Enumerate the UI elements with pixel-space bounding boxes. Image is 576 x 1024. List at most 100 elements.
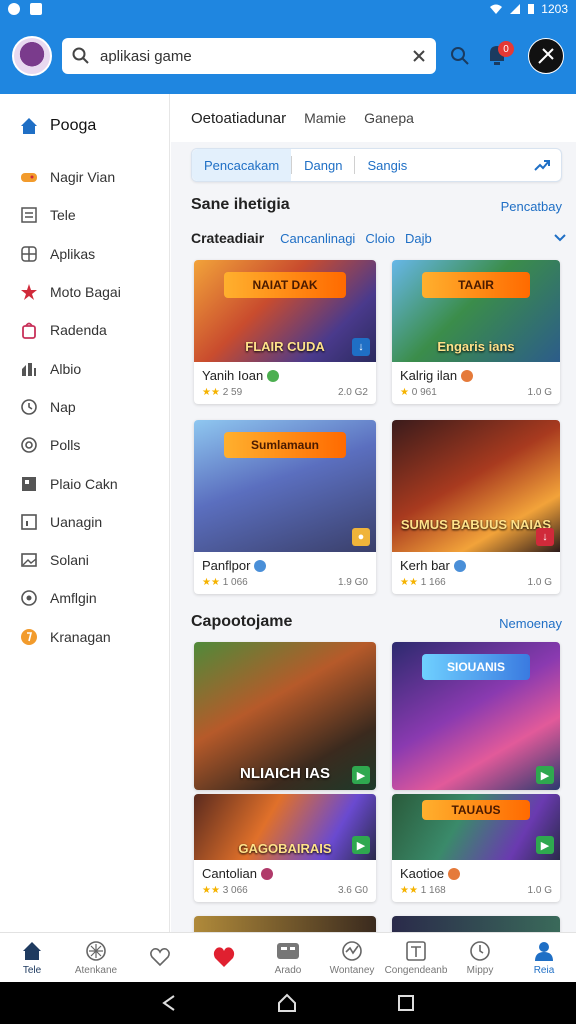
home-icon <box>20 117 38 135</box>
sidebar-item-solani[interactable]: Solani <box>0 541 169 579</box>
trending-icon[interactable] <box>533 156 551 174</box>
sidebar-item-kranagan[interactable]: Kranagan <box>0 618 169 656</box>
game-rating: 2 59 <box>222 387 243 398</box>
section-title: Sane ihetigia <box>191 196 290 213</box>
game-title: Kerh bar <box>400 558 450 573</box>
nav-timer[interactable]: Mippy <box>448 933 512 982</box>
gem-icon <box>453 559 466 572</box>
gem-icon <box>267 369 280 382</box>
game-size: 1.0 G <box>527 885 552 896</box>
chip[interactable]: Pencacakam <box>192 149 292 181</box>
gem-icon <box>461 369 474 382</box>
game-card[interactable]: GAGOBAIRAIS ▶ Cantolian ★★ 3 066 3.6 G0 <box>194 794 376 902</box>
top-tab[interactable]: Ganepa <box>364 110 414 126</box>
recents-icon[interactable] <box>397 994 415 1012</box>
sidebar-item-polls[interactable]: Polls <box>0 426 169 464</box>
game-logo: TAUAUS <box>422 800 530 820</box>
sidebar-item-plaio[interactable]: Plaio Cakn <box>0 464 169 502</box>
nav-label: Mippy <box>466 965 494 976</box>
game-card[interactable]: NAIAT DAK FLAIR CUDA ↓ Yanih Ioan ★★ 2 5… <box>194 260 376 404</box>
download-icon[interactable]: ↓ <box>352 338 370 356</box>
play-icon[interactable]: ▶ <box>536 836 554 854</box>
see-more-link[interactable]: Nemoenay <box>499 616 562 631</box>
sidebar-item-uanagin[interactable]: Uanagin <box>0 503 169 541</box>
game-card[interactable]: TAUAUS ▶ Kaotioe ★★ 1 168 1.0 G <box>392 794 560 902</box>
filter-option[interactable]: Dajb <box>405 231 432 246</box>
game-card[interactable]: Sumlamaun ● Panflpor ★★ 1 066 1.9 G0 <box>194 420 376 594</box>
game-rating: 1 066 <box>222 577 248 588</box>
home-button-icon[interactable] <box>277 993 297 1013</box>
notifications-button[interactable]: 0 <box>486 41 514 69</box>
nav-label: Arado <box>274 965 302 976</box>
nav-activity[interactable]: Wontaney <box>320 933 384 982</box>
status-bar: 1203 <box>0 0 576 18</box>
sidebar-item-albio[interactable]: Albio <box>0 349 169 387</box>
game-logo: SIOUANIS <box>422 654 530 680</box>
square-icon <box>20 513 38 531</box>
notification-app-icon <box>8 3 20 15</box>
sidebar-item-games[interactable]: Nagir Vian <box>0 158 169 196</box>
profile-avatar[interactable] <box>528 38 564 74</box>
category-chips: Pencacakam Dangn Sangis <box>191 148 562 182</box>
nav-categories[interactable]: Congendeanb <box>384 933 448 982</box>
sidebar-item-top[interactable]: Moto Bagai <box>0 273 169 311</box>
circle-icon <box>20 436 38 454</box>
star-icon: ★ <box>400 387 409 398</box>
sidebar-item-tele[interactable]: Tele <box>0 196 169 234</box>
search-icon[interactable] <box>450 46 470 66</box>
compass-icon <box>85 939 107 963</box>
game-icon <box>276 939 300 963</box>
nav-liked[interactable] <box>192 933 256 982</box>
avatar[interactable] <box>12 36 52 76</box>
chart-icon <box>20 360 38 378</box>
sidebar-item-label: Aplikas <box>50 245 96 262</box>
sidebar-item-amflgin[interactable]: Amflgin <box>0 579 169 617</box>
notification-badge: 0 <box>498 41 514 57</box>
sidebar-item-label: Pooga <box>50 117 97 134</box>
filter-option[interactable]: Cancanlinagi <box>280 231 355 246</box>
game-card[interactable]: SUMUS BABUUS NAIAS ↓ Kerh bar ★★ 1 166 1.… <box>392 420 560 594</box>
download-icon[interactable]: ↓ <box>536 528 554 546</box>
nav-label: Tele <box>22 965 42 976</box>
status-time: 1203 <box>541 2 568 16</box>
game-card[interactable] <box>194 916 376 932</box>
play-icon[interactable]: ▶ <box>536 766 554 784</box>
game-card[interactable] <box>392 916 560 932</box>
nav-arcade[interactable]: Arado <box>256 933 320 982</box>
sidebar-item-label: Albio <box>50 360 82 377</box>
clear-icon[interactable] <box>412 49 426 63</box>
search-input[interactable]: aplikasi game <box>100 48 412 65</box>
sidebar-item-label: Nap <box>50 398 76 415</box>
chip[interactable]: Dangn <box>292 149 354 181</box>
sidebar-item-shop[interactable]: Radenda <box>0 311 169 349</box>
filter-option[interactable]: Cloio <box>365 231 395 246</box>
nav-explore[interactable]: Atenkane <box>64 933 128 982</box>
game-card[interactable]: TAAIR Engaris ians Kalrig ilan ★ 0 961 1.… <box>392 260 560 404</box>
see-more-link[interactable]: Pencatbay <box>501 199 562 214</box>
game-size: 1.9 G0 <box>337 577 368 588</box>
back-icon[interactable] <box>161 994 177 1012</box>
game-card[interactable]: SIOUANIS ▶ <box>392 642 560 790</box>
filter-title: Crateadiair <box>191 230 265 246</box>
game-artwork: Sumlamaun ● <box>194 420 376 552</box>
nav-home[interactable]: Tele <box>0 933 64 982</box>
game-card[interactable]: NLIAICH IAS ▶ <box>194 642 376 790</box>
chip[interactable]: Sangis <box>355 149 419 181</box>
game-title: Cantolian <box>202 866 257 881</box>
sidebar: Pooga Nagir Vian Tele Aplikas Moto Bagai… <box>0 94 170 932</box>
game-size: 1.0 G <box>527 577 552 588</box>
sidebar-item-nap[interactable]: Nap <box>0 388 169 426</box>
sidebar-item-apps[interactable]: Aplikas <box>0 235 169 273</box>
nav-profile[interactable]: Reia <box>512 933 576 982</box>
play-icon[interactable]: ▶ <box>352 836 370 854</box>
sidebar-item-home[interactable]: Pooga <box>0 94 169 158</box>
top-tab[interactable]: Oetoatiadunar <box>191 110 286 127</box>
chevron-down-icon[interactable] <box>554 234 566 242</box>
game-artwork: SIOUANIS ▶ <box>392 642 560 790</box>
gem-icon <box>260 867 273 880</box>
play-icon[interactable]: ▶ <box>352 766 370 784</box>
search-bar[interactable]: aplikasi game <box>62 38 436 74</box>
nav-favorites[interactable] <box>128 933 192 982</box>
top-tab[interactable]: Mamie <box>304 110 346 126</box>
puzzle-icon <box>20 475 38 493</box>
